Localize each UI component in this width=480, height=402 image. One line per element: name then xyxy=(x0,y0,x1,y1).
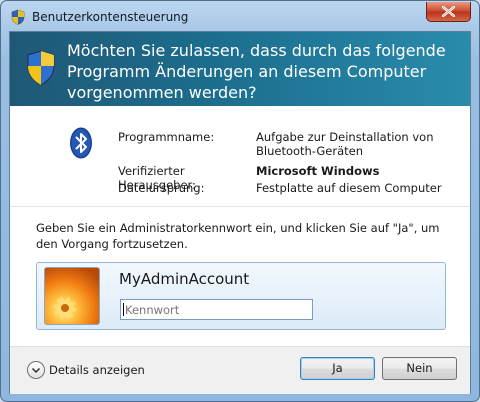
question-banner: Möchten Sie zulassen, dass durch das fol… xyxy=(10,32,470,106)
file-origin-value: Festplatte auf diesem Computer xyxy=(256,181,442,195)
uac-shield-small-icon xyxy=(10,9,26,25)
close-button[interactable] xyxy=(426,2,471,22)
user-avatar xyxy=(44,267,100,325)
divider xyxy=(10,206,470,207)
yes-button[interactable]: Ja xyxy=(300,357,375,380)
uac-shield-icon xyxy=(26,50,56,90)
file-origin-label: Dateiursprung: xyxy=(118,181,205,195)
uac-question-text: Möchten Sie zulassen, dass durch das fol… xyxy=(67,41,446,102)
window-title: Benutzerkontensteuerung xyxy=(32,10,189,24)
publisher-value: Microsoft Windows xyxy=(256,164,380,178)
credential-tile[interactable]: MyAdminAccount xyxy=(36,262,446,330)
chevron-down-icon[interactable] xyxy=(27,361,45,379)
password-field[interactable] xyxy=(120,299,313,320)
dialog-content: Möchten Sie zulassen, dass durch das fol… xyxy=(9,31,471,394)
text-caret xyxy=(123,303,124,316)
instruction-text: Geben Sie ein Administratorkennwort ein,… xyxy=(36,221,440,251)
program-name-label: Programmname: xyxy=(118,130,215,144)
program-name-value: Aufgabe zur Deinstallation von Bluetooth… xyxy=(256,130,434,158)
dialog-footer: Details anzeigen Ja Nein xyxy=(10,346,470,394)
bluetooth-icon xyxy=(69,127,93,163)
account-name: MyAdminAccount xyxy=(119,270,250,288)
details-label[interactable]: Details anzeigen xyxy=(49,363,145,377)
title-bar[interactable]: Benutzerkontensteuerung xyxy=(1,1,479,31)
no-button[interactable]: Nein xyxy=(382,357,457,380)
uac-dialog-window: Benutzerkontensteuerung Möchten Sie zula… xyxy=(0,0,480,402)
close-icon xyxy=(442,6,455,17)
